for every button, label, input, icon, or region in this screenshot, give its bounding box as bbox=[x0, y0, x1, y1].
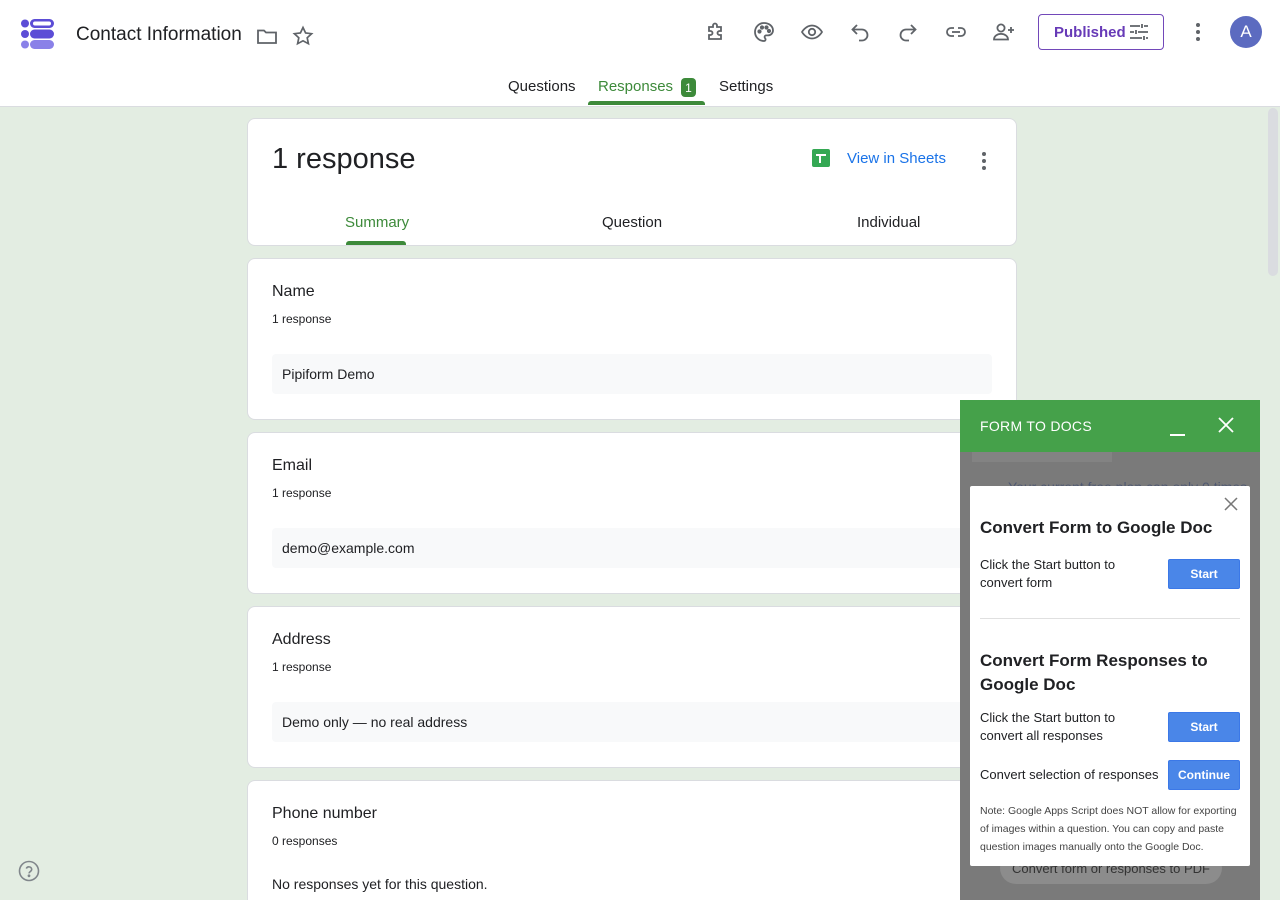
publish-settings-icon bbox=[1130, 24, 1148, 40]
responses-more-icon[interactable] bbox=[972, 149, 996, 173]
subtab-individual[interactable]: Individual bbox=[857, 214, 920, 231]
start-convert-form-button[interactable]: Start bbox=[1168, 559, 1240, 589]
star-icon[interactable] bbox=[291, 24, 315, 48]
question-response-count: 1 response bbox=[272, 486, 332, 500]
continue-button[interactable]: Continue bbox=[1168, 760, 1240, 790]
subtab-indicator bbox=[346, 241, 406, 245]
responses-summary-card: 1 response View in Sheets Summary Questi… bbox=[247, 118, 1017, 246]
tab-settings[interactable]: Settings bbox=[719, 78, 773, 95]
response-count-title: 1 response bbox=[272, 143, 416, 175]
start-convert-responses-button[interactable]: Start bbox=[1168, 712, 1240, 742]
active-tab-indicator bbox=[588, 101, 705, 105]
minimize-icon[interactable] bbox=[1170, 422, 1186, 436]
published-label: Published bbox=[1054, 23, 1126, 41]
convert-responses-text: Click the Start button to convert all re… bbox=[980, 710, 1116, 743]
question-response-count: 1 response bbox=[272, 660, 332, 674]
apps-script-note: Note: Google Apps Script does NOT allow … bbox=[980, 805, 1237, 853]
add-collaborator-icon[interactable] bbox=[991, 19, 1017, 45]
help-icon[interactable] bbox=[18, 860, 40, 882]
subtab-summary[interactable]: Summary bbox=[345, 214, 409, 231]
response-answer: Demo only — no real address bbox=[272, 702, 992, 742]
addon-background-bar bbox=[972, 452, 1112, 462]
question-title: Name bbox=[272, 283, 315, 300]
preview-eye-icon[interactable] bbox=[799, 19, 825, 45]
convert-form-heading: Convert Form to Google Doc bbox=[980, 518, 1213, 537]
more-options-icon[interactable] bbox=[1186, 20, 1210, 44]
view-in-sheets-label: View in Sheets bbox=[847, 149, 946, 167]
published-button[interactable]: Published bbox=[1038, 14, 1164, 50]
sheets-icon bbox=[812, 149, 830, 167]
subtab-question[interactable]: Question bbox=[602, 214, 662, 231]
account-avatar[interactable]: A bbox=[1230, 16, 1262, 48]
tab-responses[interactable]: Responses bbox=[598, 78, 673, 95]
addons-puzzle-icon[interactable] bbox=[703, 19, 729, 45]
undo-icon[interactable] bbox=[847, 19, 873, 45]
question-title: Phone number bbox=[272, 805, 377, 822]
addon-title: FORM TO DOCS bbox=[980, 418, 1092, 434]
addon-close-icon[interactable] bbox=[1216, 415, 1236, 435]
question-response-count: 1 response bbox=[272, 312, 332, 326]
redo-icon[interactable] bbox=[895, 19, 921, 45]
top-bar: Contact Information Published A Question… bbox=[0, 0, 1280, 107]
main-tabs: Questions Responses 1 Settings bbox=[0, 68, 1280, 106]
response-answer: demo@example.com bbox=[272, 528, 992, 568]
question-title: Address bbox=[272, 631, 331, 648]
question-card-phone: Phone number 0 responses No responses ye… bbox=[247, 780, 1017, 900]
question-card-address: Address 1 response Demo only — no real a… bbox=[247, 606, 1017, 768]
tab-questions[interactable]: Questions bbox=[508, 78, 576, 95]
convert-selection-text: Convert selection of responses bbox=[980, 767, 1159, 782]
question-response-count: 0 responses bbox=[272, 834, 338, 848]
dialog-divider bbox=[980, 618, 1240, 619]
folder-icon[interactable] bbox=[255, 24, 279, 48]
convert-dialog: Convert Form to Google Doc Click the Sta… bbox=[970, 486, 1250, 866]
link-icon[interactable] bbox=[943, 19, 969, 45]
convert-form-text: Click the Start button to convert form bbox=[980, 557, 1116, 590]
question-title: Email bbox=[272, 457, 313, 474]
convert-responses-heading: Convert Form Responses to Google Doc bbox=[980, 651, 1208, 694]
question-card-email: Email 1 response demo@example.com bbox=[247, 432, 1017, 594]
responses-count-badge: 1 bbox=[681, 78, 696, 97]
palette-icon[interactable] bbox=[751, 19, 777, 45]
question-card-name: Name 1 response Pipiform Demo bbox=[247, 258, 1017, 420]
page-scrollbar[interactable] bbox=[1268, 108, 1278, 276]
forms-logo[interactable] bbox=[20, 18, 56, 50]
no-responses-text: No responses yet for this question. bbox=[272, 876, 488, 892]
response-answer: Pipiform Demo bbox=[272, 354, 992, 394]
dialog-close-icon[interactable] bbox=[1223, 496, 1239, 512]
addon-header: FORM TO DOCS bbox=[960, 400, 1260, 452]
view-in-sheets-link[interactable]: View in Sheets bbox=[812, 149, 946, 167]
form-title[interactable]: Contact Information bbox=[76, 24, 242, 46]
